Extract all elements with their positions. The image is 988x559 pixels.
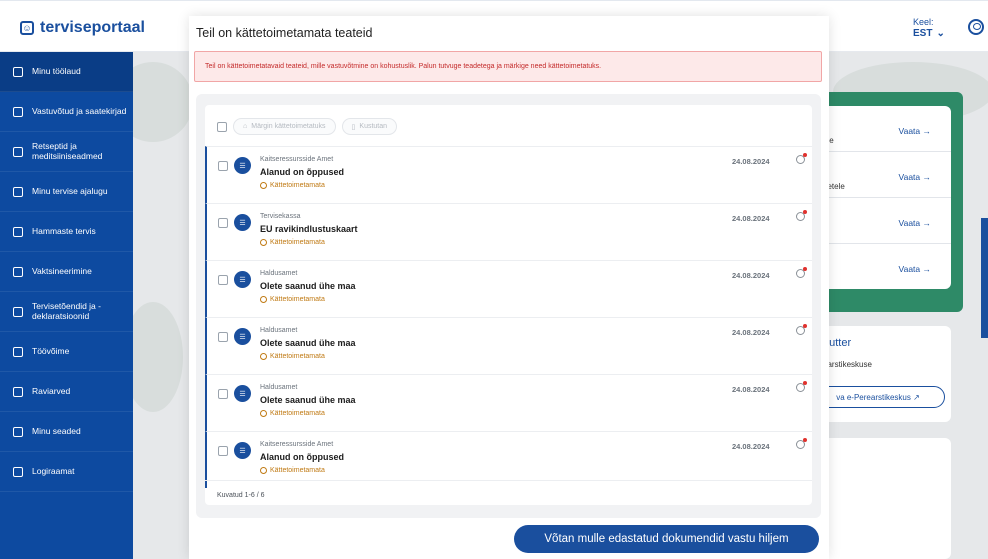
message-icon: ☰ — [234, 328, 251, 345]
logo-text: terviseportaal — [40, 19, 145, 36]
reminder-clock-icon — [796, 438, 807, 449]
clock-icon — [260, 296, 267, 303]
sidebar-item-appointments[interactable]: Vastuvõtud ja saatekirjad — [0, 92, 133, 132]
row-checkbox[interactable] — [218, 389, 228, 399]
accept-later-button[interactable]: Võtan mulle edastatud dokumendid vastu h… — [514, 525, 819, 553]
reminder-clock-icon — [796, 381, 807, 392]
services-row: Vaata → — [898, 264, 931, 274]
tooth-icon — [13, 226, 23, 237]
modal-body: ⌂ Märgin kättetoimetatuks ▯ Kustutan ☰ Kai… — [196, 94, 821, 518]
language-selector[interactable]: Keel: EST ⌄ — [913, 17, 945, 39]
row-checkbox[interactable] — [218, 161, 228, 171]
sidebar-item-logbook[interactable]: Logiraamat — [0, 452, 133, 492]
chevron-down-icon: ⌄ — [936, 27, 945, 39]
clock-icon — [260, 353, 267, 360]
message-icon: ☰ — [234, 442, 251, 459]
language-value: EST — [913, 27, 933, 39]
invoice-icon — [13, 386, 23, 397]
sidebar-item-invoices[interactable]: Raviarved — [0, 372, 133, 412]
bulk-actions: ⌂ Märgin kättetoimetatuks ▯ Kustutan — [217, 118, 398, 135]
sidebar-item-dental[interactable]: Hammaste tervis — [0, 212, 133, 252]
row-checkbox[interactable] — [218, 446, 228, 456]
sidebar-item-work-ability[interactable]: Töövõime — [0, 332, 133, 372]
reminder-clock-icon — [796, 210, 807, 221]
reminder-clock-icon — [796, 267, 807, 278]
dashboard-icon — [13, 66, 23, 77]
modal-title: Teil on kättetoimetamata teateid — [196, 26, 373, 40]
message-row[interactable]: ☰ Kaitseressursside Amet Alanud on õppus… — [205, 146, 812, 203]
background-edge-tab — [981, 218, 988, 338]
reminder-clock-icon — [796, 324, 807, 335]
message-list: ☰ Kaitseressursside Amet Alanud on õppus… — [205, 146, 812, 488]
language-label: Keel: — [913, 17, 934, 27]
background-card: d. — [823, 438, 951, 559]
work-icon — [13, 346, 23, 357]
clock-icon — [260, 410, 267, 417]
prescription-icon — [13, 146, 23, 157]
sidebar-item-vaccination[interactable]: Vaktsineerimine — [0, 252, 133, 292]
message-icon: ☰ — [234, 271, 251, 288]
message-icon: ☰ — [234, 385, 251, 402]
sidebar-item-prescriptions[interactable]: Retseptid ja meditsiiniseadmed — [0, 132, 133, 172]
logo-icon: ☺ — [20, 21, 34, 35]
message-row[interactable]: ☰ Haldusamet Olete saanud ühe maa Kättet… — [205, 260, 812, 317]
calendar-icon — [13, 106, 23, 117]
background-services-card: ineVaata → neteleVaata → Vaata → Vaata → — [823, 106, 951, 289]
logbook-icon — [13, 466, 23, 477]
clipboard-icon — [13, 306, 23, 317]
message-row[interactable]: ☰ Haldusamet Olete saanud ühe maa Kättet… — [205, 317, 812, 374]
mark-icon: ⌂ — [243, 123, 248, 130]
sidebar-item-certificates[interactable]: Tervisetõendid ja -deklaratsioonid — [0, 292, 133, 332]
sidebar-item-dashboard[interactable]: Minu töölaud — [0, 52, 133, 92]
clock-icon — [260, 182, 267, 189]
services-row: netele Vaata → — [823, 152, 951, 198]
settings-icon — [13, 426, 23, 437]
trash-icon: ▯ — [351, 123, 356, 131]
message-row[interactable]: ☰ Haldusamet Olete saanud ühe maa Kättet… — [205, 374, 812, 431]
decor-blob — [133, 62, 193, 142]
user-icon[interactable] — [968, 19, 984, 35]
background-doctor-card: Lutter earstikeskuse va e-Perearstikesku… — [811, 326, 951, 422]
clock-icon — [260, 239, 267, 246]
row-checkbox[interactable] — [218, 275, 228, 285]
message-icon: ☰ — [234, 157, 251, 174]
alert-banner: Teil on kättetoimetatavaid teateid, mill… — [194, 51, 822, 82]
select-all-checkbox[interactable] — [217, 121, 227, 132]
history-icon — [13, 186, 23, 197]
mark-delivered-button[interactable]: ⌂ Märgin kättetoimetatuks — [233, 118, 336, 135]
undelivered-messages-modal: Teil on kättetoimetamata teateid Teil on… — [189, 16, 829, 559]
clock-icon — [260, 467, 267, 474]
logo[interactable]: ☺ terviseportaal — [20, 19, 145, 37]
services-row: ineVaata → — [823, 106, 951, 152]
sidebar-item-history[interactable]: Minu tervise ajalugu — [0, 172, 133, 212]
reminder-clock-icon — [796, 153, 807, 164]
pagination-info: Kuvatud 1-6 / 6 — [217, 492, 265, 499]
decor-blob — [133, 302, 183, 412]
services-row: Vaata → — [823, 198, 951, 244]
sidebar: Minu töölaud Vastuvõtud ja saatekirjad R… — [0, 52, 133, 559]
message-icon: ☰ — [234, 214, 251, 231]
row-checkbox[interactable] — [218, 332, 228, 342]
sidebar-item-settings[interactable]: Minu seaded — [0, 412, 133, 452]
delete-button[interactable]: ▯ Kustutan — [341, 118, 398, 135]
divider — [205, 480, 812, 481]
vaccine-icon — [13, 266, 23, 277]
message-list-card: ⌂ Märgin kättetoimetatuks ▯ Kustutan ☰ Kai… — [205, 105, 812, 505]
message-row[interactable]: ☰ Tervisekassa EU ravikindlustuskaart Kä… — [205, 203, 812, 260]
row-checkbox[interactable] — [218, 218, 228, 228]
